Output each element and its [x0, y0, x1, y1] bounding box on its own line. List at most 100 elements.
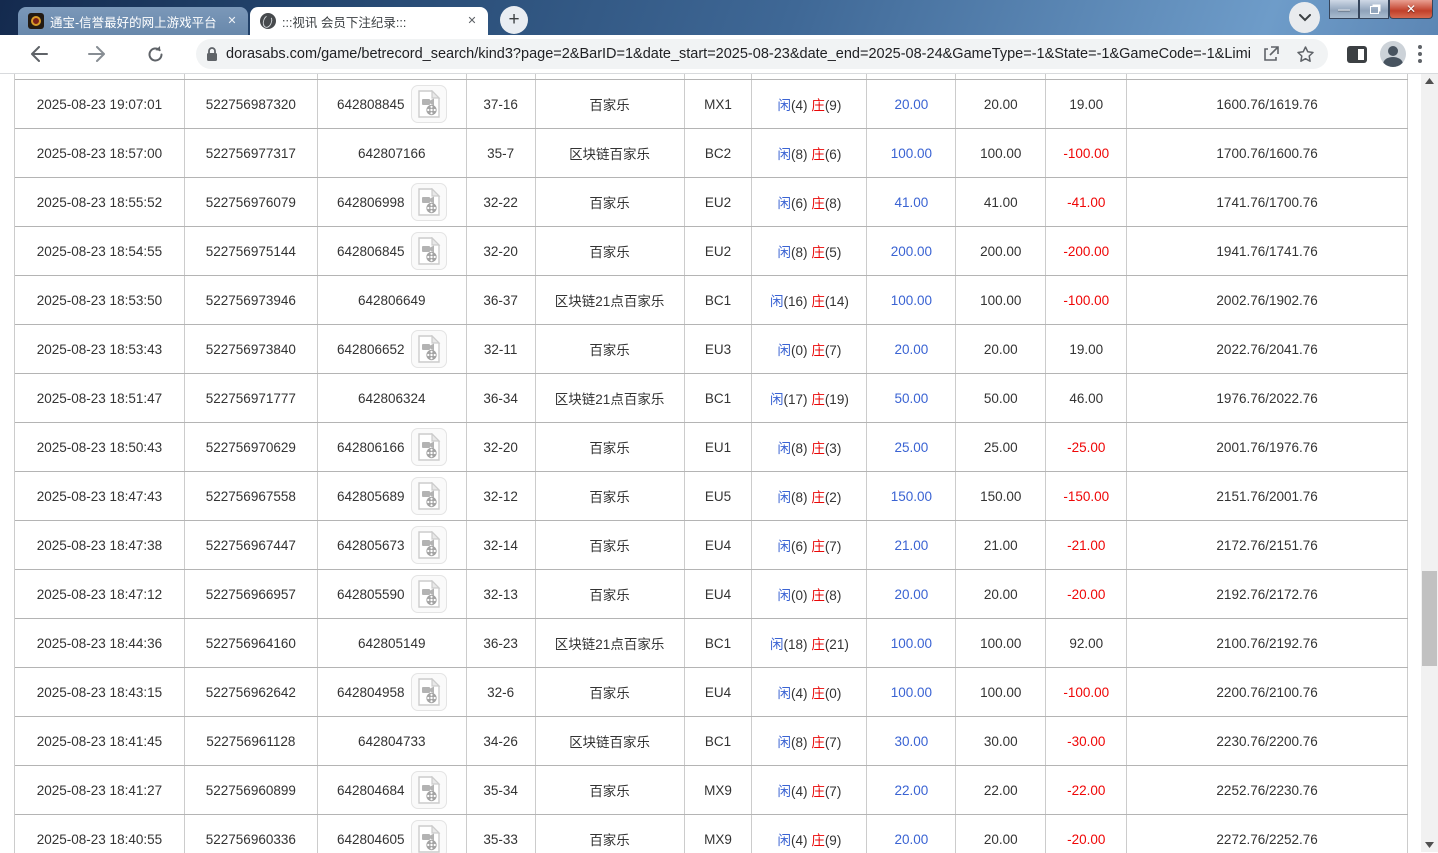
bet-content: 闲(4) 庄(9): [752, 80, 868, 128]
bet-amount[interactable]: 25.00: [867, 423, 957, 471]
video-record-icon: [417, 482, 440, 510]
win-loss: -20.00: [1046, 570, 1128, 618]
table-code: EU1: [685, 423, 753, 471]
video-record-button[interactable]: [410, 330, 447, 368]
scrollbar-thumb[interactable]: [1422, 571, 1437, 666]
player-label: 闲: [770, 294, 784, 309]
close-button[interactable]: ✕: [1389, 0, 1433, 19]
bet-amount[interactable]: 20.00: [867, 570, 957, 618]
new-tab-button[interactable]: +: [500, 6, 528, 34]
valid-amount: 21.00: [956, 521, 1047, 569]
scroll-up-button[interactable]: [1421, 74, 1438, 88]
game-type: 百家乐: [536, 227, 685, 275]
video-record-button[interactable]: [410, 820, 447, 853]
bet-amount[interactable]: 20.00: [867, 80, 957, 128]
win-loss: -41.00: [1046, 178, 1128, 226]
bookmark-button[interactable]: [1292, 41, 1318, 67]
browser-menu-button[interactable]: [1418, 45, 1422, 63]
banker-label: 庄: [811, 147, 825, 162]
bet-amount[interactable]: 200.00: [867, 227, 957, 275]
bet-amount[interactable]: 22.00: [867, 766, 957, 814]
tab-search-button[interactable]: [1289, 2, 1320, 33]
reload-button[interactable]: [140, 39, 170, 69]
game-number-cell: 642805689: [318, 472, 467, 520]
scroll-down-button[interactable]: [1421, 838, 1438, 852]
banker-label: 庄: [811, 735, 825, 750]
url-text[interactable]: dorasabs.com/game/betrecord_search/kind3…: [226, 46, 1250, 62]
win-loss: -150.00: [1046, 472, 1128, 520]
banker-label: 庄: [811, 343, 825, 358]
side-panel-button[interactable]: [1344, 41, 1370, 67]
bet-amount[interactable]: 100.00: [867, 668, 957, 716]
window-controls: — ✕: [1329, 0, 1433, 19]
bet-amount[interactable]: 150.00: [867, 472, 957, 520]
win-loss: -200.00: [1046, 227, 1128, 275]
table-row: 2025-08-23 18:50:43 522756970629 6428061…: [15, 423, 1408, 472]
address-bar[interactable]: dorasabs.com/game/betrecord_search/kind3…: [196, 39, 1328, 69]
game-number-cell: 642806652: [318, 325, 467, 373]
tab-close-icon[interactable]: ✕: [464, 13, 480, 29]
profile-avatar[interactable]: [1380, 41, 1406, 67]
bet-id: 522756973946: [185, 276, 318, 324]
bet-time: 2025-08-23 18:47:38: [15, 521, 185, 569]
bet-id: 522756962642: [185, 668, 318, 716]
game-number: 642806166: [336, 439, 405, 455]
bet-record-table: 2025-08-23 19:07:01 522756987320 6428088…: [14, 74, 1408, 853]
game-number: 642804605: [336, 831, 405, 847]
valid-amount: 20.00: [956, 570, 1047, 618]
minimize-button[interactable]: —: [1329, 0, 1359, 19]
game-number-cell: 642804958: [318, 668, 467, 716]
balance: 1700.76/1600.76: [1127, 129, 1408, 177]
bet-content: 闲(17) 庄(19): [752, 374, 868, 422]
table-row: 2025-08-23 18:57:00 522756977317 6428071…: [15, 129, 1408, 178]
game-number-cell: 642806166: [318, 423, 467, 471]
valid-amount: 100.00: [956, 276, 1047, 324]
video-record-button[interactable]: [410, 428, 447, 466]
bet-amount[interactable]: 100.00: [867, 129, 957, 177]
video-record-button[interactable]: [410, 232, 447, 270]
tab-bet-records[interactable]: :::视讯 会员下注纪录::: ✕: [250, 7, 488, 35]
restore-button[interactable]: [1359, 0, 1389, 19]
win-loss: 19.00: [1046, 80, 1128, 128]
player-label: 闲: [777, 98, 792, 113]
bet-time: 2025-08-23 18:54:55: [15, 227, 185, 275]
video-record-icon: [417, 678, 440, 706]
video-record-button[interactable]: [410, 526, 447, 564]
table-code: BC1: [685, 374, 753, 422]
bet-id: 522756975144: [185, 227, 318, 275]
forward-button[interactable]: [82, 39, 112, 69]
video-record-icon: [417, 531, 440, 559]
side-panel-icon: [1347, 45, 1367, 63]
bet-amount[interactable]: 50.00: [867, 374, 957, 422]
video-record-button[interactable]: [410, 85, 447, 123]
video-record-button[interactable]: [410, 183, 447, 221]
bet-amount[interactable]: 20.00: [867, 815, 957, 853]
bet-amount[interactable]: 30.00: [867, 717, 957, 765]
shoe-result: 32-22: [467, 178, 536, 226]
valid-amount: 50.00: [956, 374, 1047, 422]
share-button[interactable]: [1258, 41, 1284, 67]
bet-amount[interactable]: 100.00: [867, 276, 957, 324]
bet-content: 闲(6) 庄(8): [752, 178, 868, 226]
table-code: MX1: [685, 80, 753, 128]
back-button[interactable]: [24, 39, 54, 69]
star-outline-icon: [1296, 46, 1314, 62]
bet-amount[interactable]: 41.00: [867, 178, 957, 226]
video-record-button[interactable]: [410, 771, 447, 809]
table-code: BC1: [685, 619, 753, 667]
bet-time: 2025-08-23 18:53:43: [15, 325, 185, 373]
video-record-button[interactable]: [410, 477, 447, 515]
bet-amount[interactable]: 20.00: [867, 325, 957, 373]
balance: 2200.76/2100.76: [1127, 668, 1408, 716]
bet-time: 2025-08-23 18:51:47: [15, 374, 185, 422]
video-record-button[interactable]: [410, 575, 447, 613]
bet-amount[interactable]: 21.00: [867, 521, 957, 569]
balance: 1600.76/1619.76: [1127, 80, 1408, 128]
bet-amount[interactable]: 100.00: [867, 619, 957, 667]
video-record-button[interactable]: [410, 673, 447, 711]
tab-tongbao[interactable]: 通宝-信誉最好的网上游戏平台 ✕: [18, 7, 248, 35]
tab-close-icon[interactable]: ✕: [224, 13, 240, 29]
vertical-scrollbar[interactable]: [1421, 74, 1438, 852]
bet-id: 522756973840: [185, 325, 318, 373]
bet-content: 闲(4) 庄(0): [752, 668, 868, 716]
